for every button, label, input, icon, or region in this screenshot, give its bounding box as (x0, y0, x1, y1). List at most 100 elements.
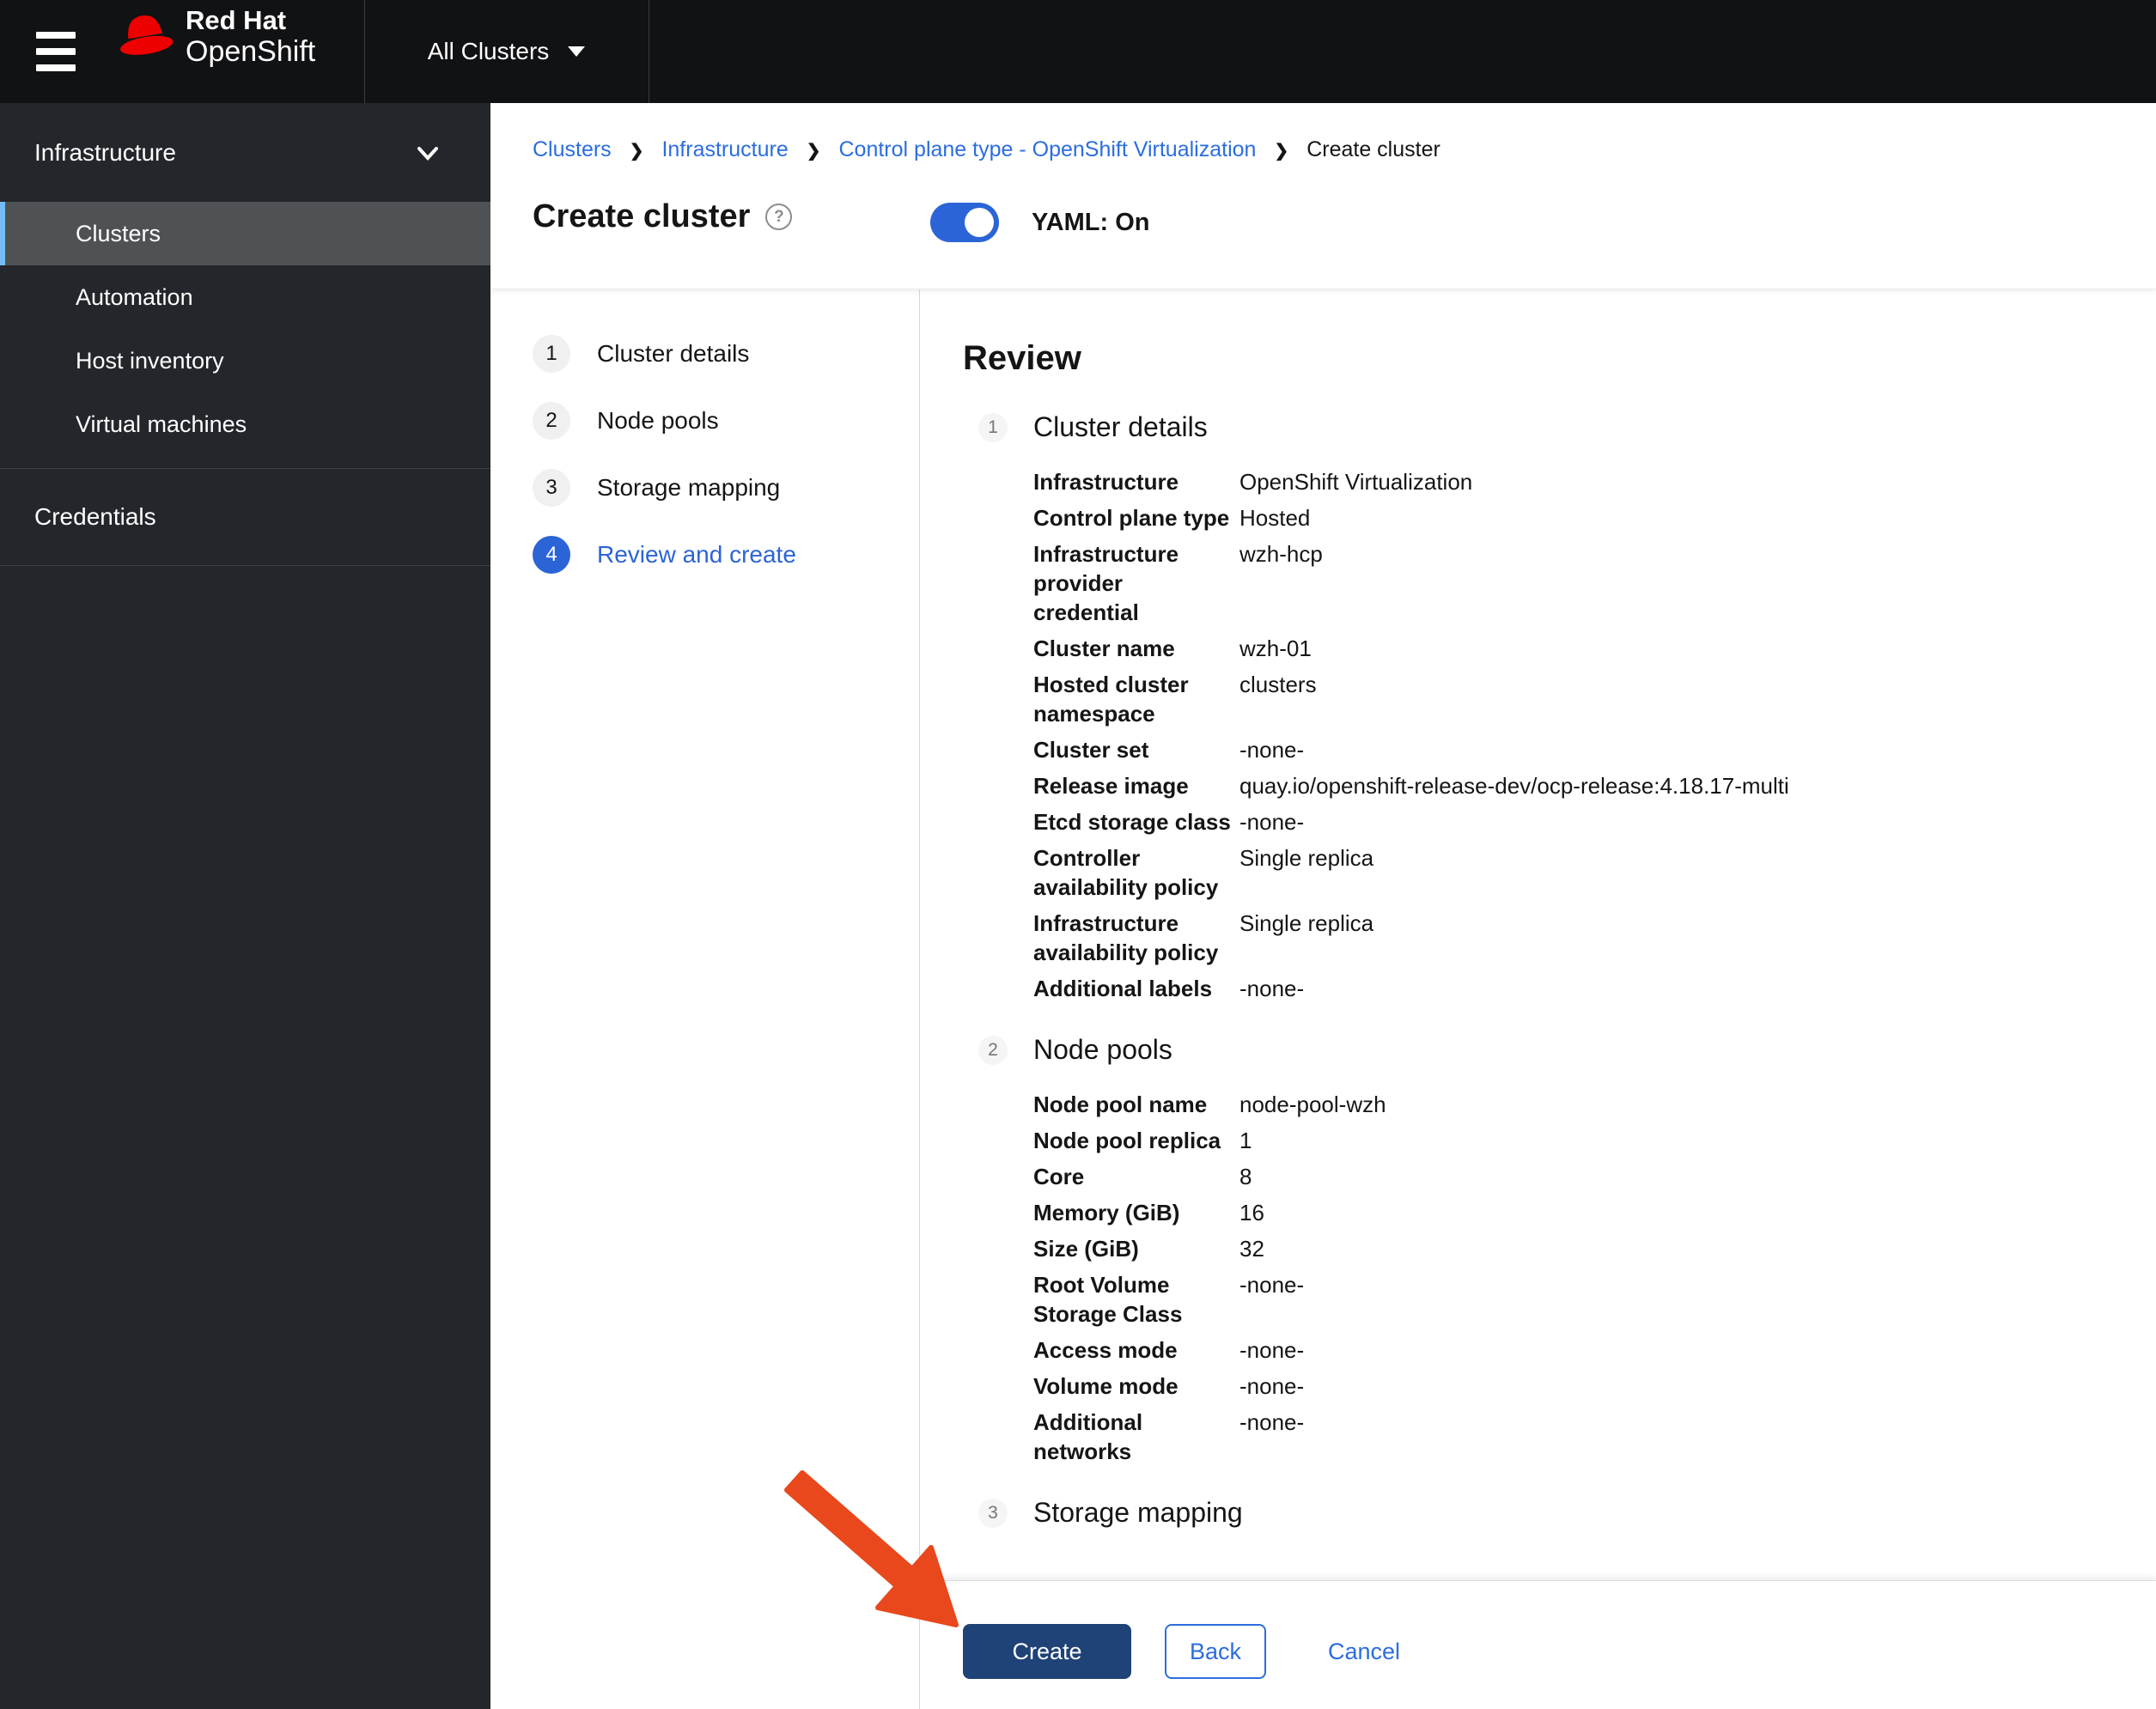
sidebar-item-clusters[interactable]: Clusters (0, 202, 490, 265)
key-value-list: Infrastructure OpenShift Virtualization Co… (1033, 467, 2156, 1003)
section-title: Cluster details (1033, 411, 1208, 442)
yaml-toggle[interactable] (930, 203, 999, 242)
table-row: Node pool name node-pool-wzh (1033, 1090, 2156, 1119)
table-row: Additional networks -none- (1033, 1408, 2156, 1466)
sidebar-group-label: Infrastructure (34, 138, 176, 166)
cancel-button[interactable]: Cancel (1323, 1624, 1405, 1679)
sidebar-group-credentials[interactable]: Credentials (0, 469, 490, 565)
kv-value: Single replica (1239, 910, 1374, 936)
back-button[interactable]: Back (1165, 1624, 1266, 1679)
wizard-step-storage-mapping[interactable]: 3 Storage mapping (533, 469, 919, 507)
wizard-step-review-and-create[interactable]: 4 Review and create (533, 536, 919, 574)
table-row: Etcd storage class -none- (1033, 807, 2156, 836)
kv-value: -none- (1239, 1337, 1305, 1363)
kv-label: Access mode (1033, 1337, 1178, 1363)
section-heading: 2 Node pools (963, 1034, 2156, 1066)
section-title: Storage mapping (1033, 1497, 1243, 1528)
kv-value: 16 (1239, 1200, 1264, 1225)
page-title: Create cluster (533, 198, 751, 234)
kv-label: Control plane type (1033, 505, 1230, 531)
sidebar-item-virtual-machines[interactable]: Virtual machines (0, 392, 490, 456)
table-row: Core 8 (1033, 1162, 2156, 1191)
kv-value: wzh-hcp (1239, 541, 1323, 567)
review-section-storage-mapping: 3 Storage mapping (963, 1497, 2156, 1529)
table-row: Access mode -none- (1033, 1335, 2156, 1365)
review-title: Review (963, 339, 1081, 377)
kv-label: Controller availability policy (1033, 845, 1219, 900)
create-button[interactable]: Create (963, 1624, 1131, 1679)
sidebar-item-automation[interactable]: Automation (0, 265, 490, 329)
kv-label: Etcd storage class (1033, 809, 1231, 835)
table-row: Release image quay.io/openshift-release-d… (1033, 771, 2156, 800)
hamburger-icon[interactable] (36, 32, 76, 71)
kv-value: 1 (1239, 1128, 1252, 1153)
kv-value: 8 (1239, 1164, 1252, 1189)
kv-value: clusters (1239, 672, 1317, 697)
caret-down-icon (568, 46, 586, 57)
step-number: 4 (533, 536, 570, 574)
kv-value: Single replica (1239, 845, 1374, 871)
section-number-badge: 2 (978, 1035, 1008, 1065)
sidebar-group-infrastructure[interactable]: Infrastructure (0, 103, 490, 202)
step-label: Cluster details (597, 340, 750, 367)
kv-value: -none- (1239, 1409, 1305, 1435)
table-row: Controller availability policy Single rep… (1033, 843, 2156, 902)
kv-label: Memory (GiB) (1033, 1200, 1180, 1225)
kv-label: Root Volume Storage Class (1033, 1272, 1183, 1327)
toggle-knob (965, 208, 994, 237)
kv-value: -none- (1239, 737, 1305, 763)
breadcrumb-item-3[interactable]: Control plane type - OpenShift Virtualiz… (839, 137, 1257, 162)
breadcrumb-item-2[interactable]: Infrastructure (661, 137, 788, 162)
sidebar-group-label: Credentials (34, 503, 156, 530)
all-clusters-label: All Clusters (427, 38, 550, 64)
wizard-step-cluster-details[interactable]: 1 Cluster details (533, 335, 919, 373)
wizard-footer: Create Back Cancel (920, 1580, 2156, 1709)
table-row: Cluster name wzh-01 (1033, 634, 2156, 663)
step-number: 2 (533, 402, 570, 440)
sidebar-nav-list: Clusters Automation Host inventory Virtual … (0, 202, 490, 456)
kv-label: Size (GiB) (1033, 1236, 1139, 1262)
table-row: Hosted cluster namespace clusters (1033, 670, 2156, 728)
kv-label: Infrastructure availability policy (1033, 910, 1219, 965)
kv-label: Node pool replica (1033, 1128, 1221, 1153)
table-row: Size (GiB) 32 (1033, 1234, 2156, 1263)
all-clusters-dropdown[interactable]: All Clusters (364, 0, 649, 103)
review-section-cluster-details: 1 Cluster details Infrastructure OpenShift … (963, 411, 2156, 1003)
breadcrumb-item-4: Create cluster (1306, 137, 1440, 161)
kv-label: Release image (1033, 773, 1189, 799)
kv-value: -none- (1239, 1373, 1305, 1399)
breadcrumb-item-1[interactable]: Clusters (533, 137, 612, 162)
kv-value: Hosted (1239, 505, 1311, 531)
kv-value: -none- (1239, 976, 1305, 1001)
kv-value: quay.io/openshift-release-dev/ocp-releas… (1239, 773, 1789, 799)
step-label: Node pools (597, 407, 719, 434)
step-label: Storage mapping (597, 474, 781, 501)
table-row: Infrastructure availability policy Single… (1033, 909, 2156, 967)
section-heading: 3 Storage mapping (963, 1497, 2156, 1529)
sidebar-divider (0, 565, 490, 566)
key-value-list: Node pool name node-pool-wzh Node pool rep… (1033, 1090, 2156, 1466)
wizard-body: 1 Cluster details 2 Node pools 3 Storage mapp… (490, 289, 2156, 1709)
redhat-fedora-icon (117, 10, 174, 63)
chevron-right-icon: ❯ (1274, 142, 1289, 161)
masthead: Red Hat OpenShift All Clusters (0, 0, 2156, 103)
table-row: Volume mode -none- (1033, 1371, 2156, 1401)
sidebar-item-host-inventory[interactable]: Host inventory (0, 329, 490, 392)
kv-label: Additional labels (1033, 976, 1213, 1001)
kv-label: Core (1033, 1164, 1085, 1189)
kv-label: Cluster name (1033, 636, 1175, 661)
table-row: Infrastructure provider credential wzh-hc… (1033, 539, 2156, 627)
wizard-step-node-pools[interactable]: 2 Node pools (533, 402, 919, 440)
table-row: Root Volume Storage Class -none- (1033, 1270, 2156, 1329)
table-row: Infrastructure OpenShift Virtualization (1033, 467, 2156, 496)
help-question-icon[interactable]: ? (765, 204, 793, 230)
yaml-toggle-label: YAML: On (1032, 208, 1150, 236)
section-number-badge: 3 (978, 1498, 1008, 1528)
brand-line2: OpenShift (186, 35, 316, 68)
brand-logo: Red Hat OpenShift (117, 5, 315, 67)
kv-value: OpenShift Virtualization (1239, 469, 1473, 495)
kv-value: -none- (1239, 1272, 1305, 1298)
step-label: Review and create (597, 541, 796, 568)
kv-value: -none- (1239, 809, 1305, 835)
breadcrumb: Clusters ❯ Infrastructure ❯ Control plane ty… (533, 137, 2156, 162)
